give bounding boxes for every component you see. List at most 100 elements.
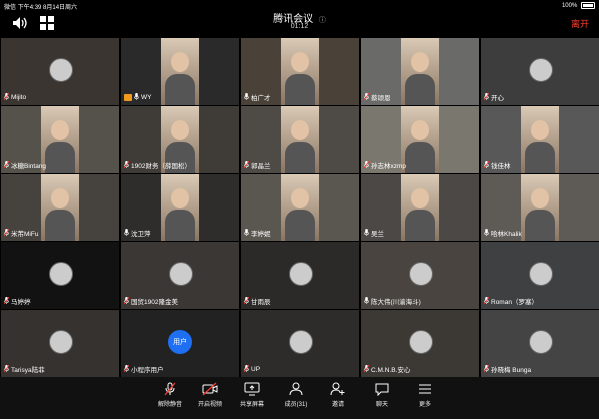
mic-muted-icon bbox=[483, 92, 490, 102]
mic-muted-icon bbox=[3, 160, 10, 170]
video-tile[interactable]: 国贸1902隆金美 bbox=[121, 242, 239, 309]
video-off-icon bbox=[188, 382, 232, 396]
participant-name: 孙晓梅 Bunga bbox=[483, 364, 531, 374]
participant-name-text: UP bbox=[251, 366, 261, 373]
avatar bbox=[409, 330, 433, 354]
share-screen-button[interactable]: 共享屏幕 bbox=[230, 382, 274, 408]
video-tile[interactable]: Mijito bbox=[1, 38, 119, 105]
mic-muted-icon bbox=[3, 296, 10, 306]
video-tile[interactable]: 马婷婷 bbox=[1, 242, 119, 309]
participant-name-text: 郭晶兰 bbox=[251, 163, 271, 170]
video-tile[interactable]: 米芾MiFu bbox=[1, 174, 119, 241]
video-tile[interactable]: 冰糖Bintang bbox=[1, 106, 119, 173]
participant-name-text: 马婷婷 bbox=[11, 299, 31, 306]
participant-name: WY bbox=[124, 93, 151, 102]
invite-icon bbox=[316, 382, 360, 396]
participant-name-text: 开心 bbox=[491, 95, 504, 102]
mic-off-icon bbox=[148, 382, 192, 396]
video-tile[interactable]: 李婷妮 bbox=[241, 174, 359, 241]
participant-name-text: Mijito bbox=[11, 94, 27, 101]
video-tile[interactable]: 钱佳林 bbox=[481, 106, 599, 173]
leave-button[interactable]: 离开 bbox=[571, 17, 589, 30]
participant-name: 柏广才 bbox=[244, 92, 271, 102]
video-tile[interactable]: 吴兰 bbox=[361, 174, 479, 241]
person-body bbox=[285, 74, 315, 105]
person-body bbox=[405, 74, 435, 105]
video-off-button[interactable]: 开启视频 bbox=[188, 382, 232, 408]
participant-name-text: 柏广才 bbox=[251, 95, 271, 102]
video-tile[interactable]: UP bbox=[241, 310, 359, 377]
meeting-header: 腾讯会议 ⓘ 01:12 离开 bbox=[0, 10, 599, 38]
video-tile[interactable]: 柏广才 bbox=[241, 38, 359, 105]
participant-name: 开心 bbox=[483, 92, 504, 102]
video-tile[interactable]: Tarisya陆菲 bbox=[1, 310, 119, 377]
video-tile[interactable]: 哈林Khalik bbox=[481, 174, 599, 241]
participant-name-text: Roman（罗塞） bbox=[491, 299, 538, 306]
person-silhouette bbox=[531, 120, 549, 140]
mic-muted-icon bbox=[123, 296, 130, 306]
video-tile[interactable]: 1902财务（薛国松） bbox=[121, 106, 239, 173]
toolbar-label: 更多 bbox=[418, 402, 431, 408]
participant-name: 钱佳林 bbox=[483, 160, 511, 170]
mic-muted-icon bbox=[123, 160, 130, 170]
chat-button[interactable]: 聊天 bbox=[360, 382, 404, 408]
participant-name: 甘雨辰 bbox=[243, 296, 271, 306]
participant-name: 冰糖Bintang bbox=[3, 160, 46, 170]
avatar bbox=[289, 262, 313, 286]
mic-muted-icon bbox=[243, 364, 250, 374]
person-silhouette bbox=[171, 188, 189, 208]
person-silhouette bbox=[291, 120, 309, 140]
video-tile[interactable]: 用户 小程序用户 bbox=[121, 310, 239, 377]
participant-name: UP bbox=[243, 364, 261, 374]
person-body bbox=[165, 74, 195, 105]
mic-off-button[interactable]: 解除静音 bbox=[148, 382, 192, 408]
mic-muted-icon bbox=[243, 160, 250, 170]
members-icon bbox=[274, 382, 318, 396]
person-silhouette bbox=[171, 120, 189, 140]
participant-name: 米芾MiFu bbox=[3, 228, 38, 238]
video-tile[interactable]: WY bbox=[121, 38, 239, 105]
video-feed bbox=[41, 174, 79, 241]
participant-name-text: 孙志林xzmp bbox=[371, 163, 407, 170]
person-silhouette bbox=[291, 188, 309, 208]
more-button[interactable]: 更多 bbox=[403, 382, 447, 408]
participant-name: Tarisya陆菲 bbox=[3, 364, 45, 374]
invite-button[interactable]: 邀请 bbox=[316, 382, 360, 408]
video-tile[interactable]: 郭晶兰 bbox=[241, 106, 359, 173]
participant-name-text: C.M.N.B.安心 bbox=[371, 367, 411, 374]
video-tile[interactable]: 蔡颂恩 bbox=[361, 38, 479, 105]
video-feed bbox=[161, 174, 199, 241]
battery-percent: 100% bbox=[561, 3, 578, 10]
person-silhouette bbox=[411, 120, 429, 140]
video-feed bbox=[281, 38, 319, 105]
video-tile[interactable]: 甘雨辰 bbox=[241, 242, 359, 309]
video-tile[interactable]: 孙晓梅 Bunga bbox=[481, 310, 599, 377]
participant-name: Mijito bbox=[3, 92, 27, 102]
participant-name-text: 李婷妮 bbox=[251, 231, 271, 238]
members-button[interactable]: 成员(31) bbox=[274, 382, 318, 408]
video-feed bbox=[521, 106, 559, 173]
participant-name: 沈卫萍 bbox=[124, 228, 151, 238]
video-tile[interactable]: Roman（罗塞） bbox=[481, 242, 599, 309]
mic-muted-icon bbox=[123, 364, 130, 374]
video-tile[interactable]: 沈卫萍 bbox=[121, 174, 239, 241]
video-tile[interactable]: 孙志林xzmp bbox=[361, 106, 479, 173]
participant-name-text: Tarisya陆菲 bbox=[11, 367, 45, 374]
toolbar-label: 开启视频 bbox=[197, 402, 222, 408]
video-feed bbox=[281, 174, 319, 241]
video-tile[interactable]: 开心 bbox=[481, 38, 599, 105]
toolbar-label: 邀请 bbox=[331, 402, 344, 408]
battery-icon bbox=[581, 2, 595, 9]
participant-name: 李婷妮 bbox=[244, 228, 271, 238]
mic-muted-icon bbox=[363, 160, 370, 170]
video-tile[interactable]: C.M.N.B.安心 bbox=[361, 310, 479, 377]
participant-name: 郭晶兰 bbox=[243, 160, 271, 170]
participant-name: Roman（罗塞） bbox=[483, 296, 538, 306]
video-tile[interactable]: 陈大伟(川渝海斗) bbox=[361, 242, 479, 309]
host-icon bbox=[124, 94, 132, 101]
participant-name-text: 沈卫萍 bbox=[131, 231, 151, 238]
person-body bbox=[45, 142, 75, 173]
avatar bbox=[409, 262, 433, 286]
video-feed bbox=[401, 174, 439, 241]
mic-muted-icon bbox=[483, 296, 490, 306]
